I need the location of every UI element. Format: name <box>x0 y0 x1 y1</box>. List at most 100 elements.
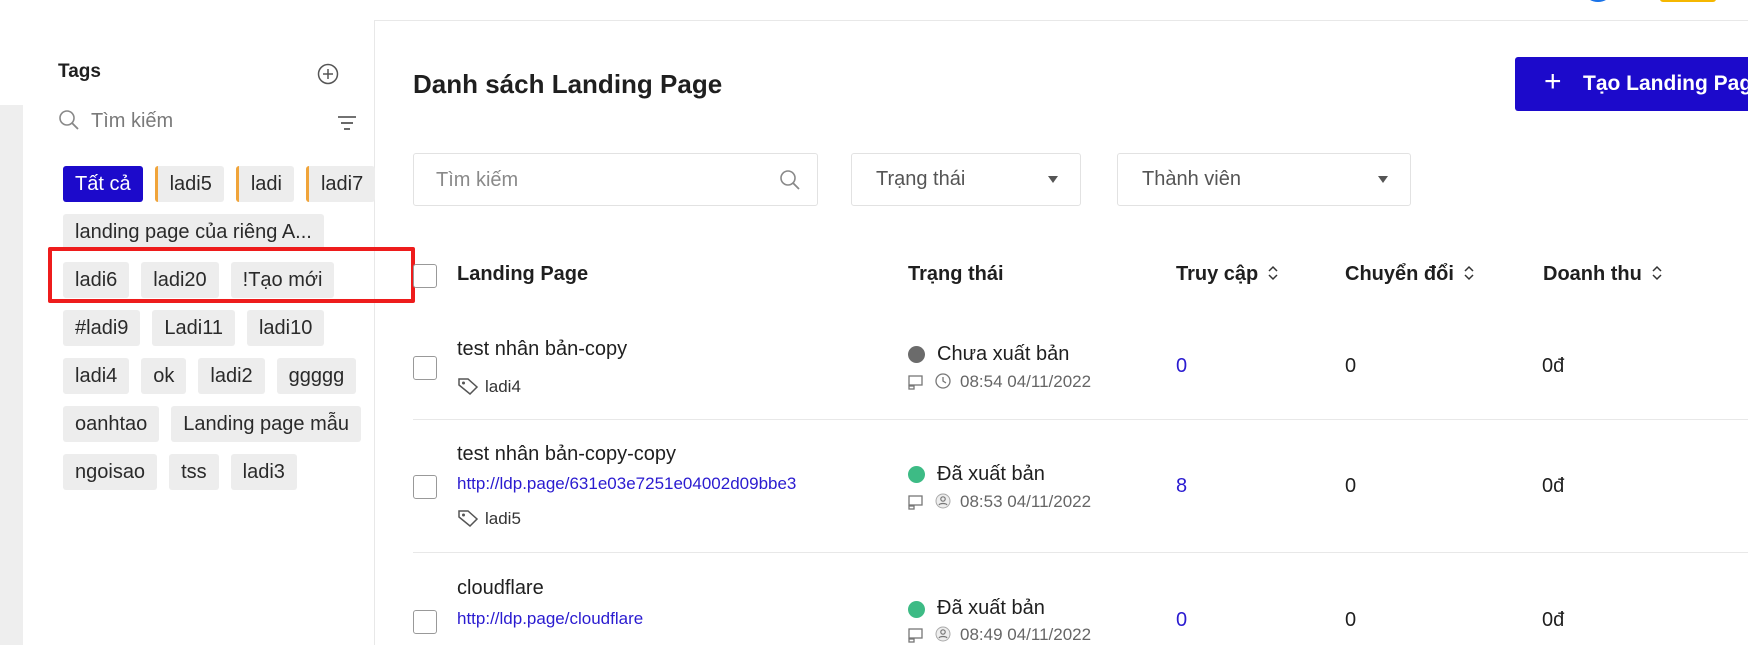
tag-search-input[interactable] <box>91 106 311 136</box>
landing-page-search-input[interactable] <box>436 166 756 194</box>
tag-chip[interactable]: Ladi11 <box>152 310 235 346</box>
table-row: test nhân bản-copy ladi4 Chưa xuất bản 0… <box>413 300 1748 420</box>
notification-icon[interactable] <box>1586 0 1610 2</box>
add-tag-icon[interactable] <box>317 63 339 85</box>
tag-chip[interactable]: Landing page mẫu <box>171 406 361 442</box>
member-filter-value: Thành viên <box>1142 168 1241 190</box>
tag-chip[interactable]: ladi2 <box>198 358 265 394</box>
landing-page-tag: ladi5 <box>457 509 521 529</box>
landing-page-search <box>413 153 818 206</box>
tags-sidebar: Tags Tất cả ladi5 ladi ladi7 landing page củ… <box>23 20 376 645</box>
tag-chip[interactable]: ladi4 <box>63 358 130 394</box>
column-header-status: Trạng thái <box>908 263 1004 285</box>
status-text: Chưa xuất bản <box>937 343 1070 365</box>
landing-page-url[interactable]: http://ldp.page/cloudflare <box>457 609 643 629</box>
tag-chip[interactable]: ok <box>141 358 187 394</box>
tag-chip[interactable]: !Tạo mới <box>230 262 335 298</box>
update-time: 08:49 04/11/2022 <box>960 625 1092 644</box>
conversions-count: 0 <box>1345 355 1357 377</box>
user-icon <box>935 493 951 509</box>
tag-chip[interactable]: ladi7 <box>305 166 376 202</box>
table-row: test nhân bản-copy-copy http://ldp.page/… <box>413 420 1748 553</box>
column-header-revenue-label: Doanh thu <box>1543 263 1642 285</box>
column-header-visits[interactable]: Truy cập <box>1176 263 1280 286</box>
upgrade-chip[interactable] <box>1660 0 1716 2</box>
tag-chip[interactable]: ggggg <box>276 358 357 394</box>
update-time: 08:54 04/11/2022 <box>960 372 1092 391</box>
status-dot <box>908 346 925 363</box>
column-header-conversions[interactable]: Chuyển đổi <box>1345 263 1476 286</box>
row-checkbox[interactable] <box>413 610 437 634</box>
column-header-visits-label: Truy cập <box>1176 263 1259 285</box>
tag-chip[interactable]: #ladi9 <box>63 310 141 346</box>
page-title: Danh sách Landing Page <box>413 69 723 99</box>
tag-chip[interactable]: ngoisao <box>63 454 158 490</box>
column-header-revenue[interactable]: Doanh thu <box>1543 263 1664 286</box>
column-header-landing-page: Landing Page <box>457 263 589 285</box>
user-icon <box>935 626 951 642</box>
update-time: 08:53 04/11/2022 <box>960 492 1092 511</box>
update-meta: 08:53 04/11/2022 <box>908 492 1091 512</box>
create-button-label: Tạo Landing Page <box>1583 72 1748 95</box>
status-dot <box>908 601 925 618</box>
devices-icon <box>908 375 923 390</box>
landing-page-name[interactable]: test nhân bản-copy <box>457 338 627 361</box>
plus-icon: + <box>1544 65 1562 98</box>
tag-chip[interactable]: oanhtao <box>63 406 160 442</box>
top-bar <box>0 0 1748 21</box>
tag-chip[interactable]: ladi10 <box>246 310 325 346</box>
column-header-conversions-label: Chuyển đổi <box>1345 263 1454 285</box>
revenue-value: 0đ <box>1542 355 1565 377</box>
devices-icon <box>908 628 923 643</box>
status-text: Đã xuất bản <box>937 597 1045 619</box>
revenue-value: 0đ <box>1542 475 1565 497</box>
select-all-checkbox[interactable] <box>413 264 437 288</box>
tag-chip[interactable]: ladi3 <box>230 454 297 490</box>
gutter-notch <box>0 20 23 105</box>
tag-chip[interactable]: ladi5 <box>154 166 224 202</box>
tag-chip[interactable]: landing page của riêng A... <box>63 214 324 250</box>
visits-count[interactable]: 0 <box>1176 355 1187 378</box>
create-landing-page-button[interactable]: + Tạo Landing Page <box>1515 57 1748 111</box>
revenue-value: 0đ <box>1542 609 1565 631</box>
landing-page-tag-label: ladi5 <box>485 509 521 528</box>
visits-count[interactable]: 0 <box>1176 609 1187 632</box>
history-icon <box>935 373 951 389</box>
filter-icon[interactable] <box>336 113 358 133</box>
tag-chip[interactable]: Tất cả <box>63 166 143 202</box>
landing-page-tag-label: ladi4 <box>485 377 521 396</box>
left-gutter <box>0 20 23 645</box>
sort-icon <box>1268 265 1278 281</box>
devices-icon <box>908 495 923 510</box>
tag-icon <box>458 510 479 528</box>
visits-count[interactable]: 8 <box>1176 475 1187 498</box>
search-icon <box>59 110 79 130</box>
table-row: cloudflare http://ldp.page/cloudflare Đã… <box>413 553 1748 645</box>
sort-icon <box>1652 265 1662 281</box>
status-filter-select[interactable]: Trạng thái <box>851 153 1081 206</box>
landing-page-tag: ladi4 <box>457 377 521 397</box>
tag-list: Tất cả ladi5 ladi ladi7 landing page của riê… <box>63 166 383 490</box>
tag-chip[interactable]: ladi6 <box>63 262 130 298</box>
caret-down-icon <box>1378 176 1388 183</box>
tags-title: Tags <box>58 61 101 82</box>
member-filter-select[interactable]: Thành viên <box>1117 153 1411 206</box>
conversions-count: 0 <box>1345 609 1357 631</box>
search-icon[interactable] <box>779 169 801 191</box>
update-meta: 08:54 04/11/2022 <box>908 372 1091 392</box>
status-text: Đã xuất bản <box>937 463 1045 485</box>
status-dot <box>908 466 925 483</box>
tag-chip[interactable]: tss <box>169 454 219 490</box>
row-checkbox[interactable] <box>413 475 437 499</box>
landing-page-name[interactable]: test nhân bản-copy-copy <box>457 443 676 466</box>
tag-icon <box>458 378 479 396</box>
row-checkbox[interactable] <box>413 356 437 380</box>
update-meta: 08:49 04/11/2022 <box>908 625 1091 645</box>
status-filter-value: Trạng thái <box>876 168 966 190</box>
tag-chip[interactable]: ladi20 <box>141 262 219 298</box>
landing-page-url[interactable]: http://ldp.page/631e03e7251e04002d09bbe3 <box>457 474 796 494</box>
conversions-count: 0 <box>1345 475 1357 497</box>
caret-down-icon <box>1048 176 1058 183</box>
landing-page-name[interactable]: cloudflare <box>457 577 544 600</box>
tag-chip[interactable]: ladi <box>235 166 294 202</box>
